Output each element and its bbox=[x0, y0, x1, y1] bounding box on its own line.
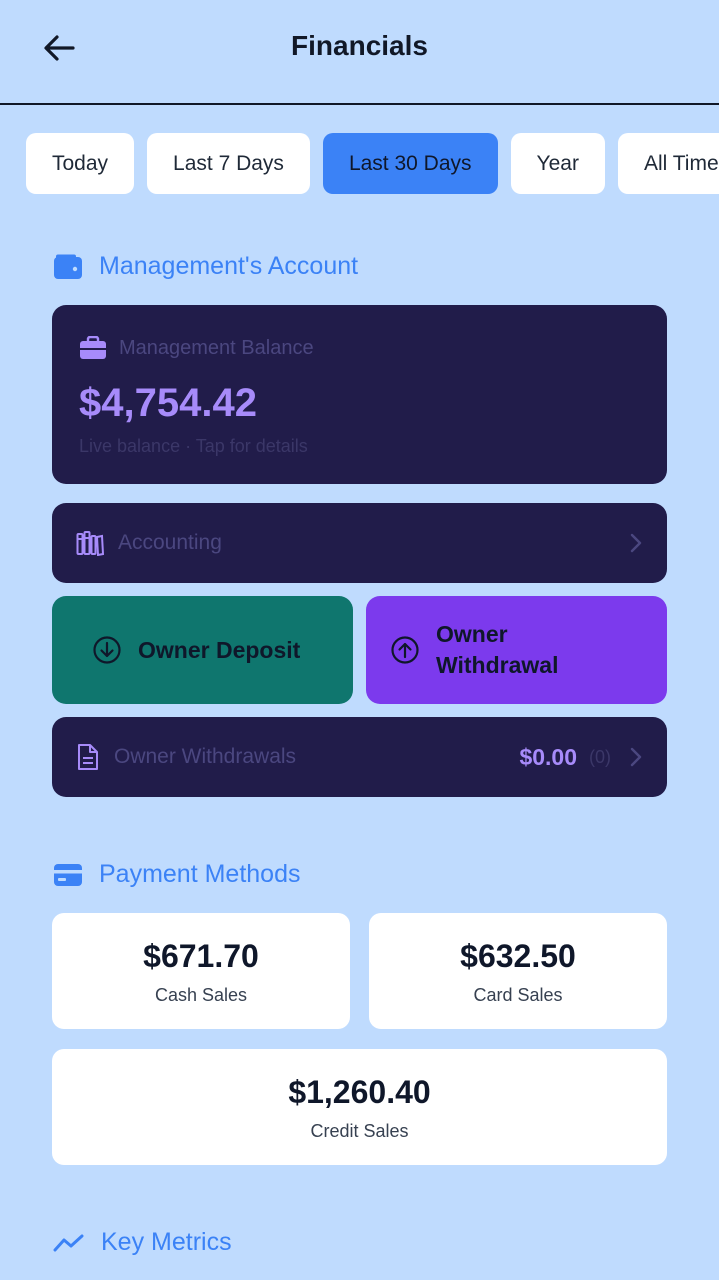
chevron-right-icon bbox=[630, 747, 642, 767]
cash-sales-amount: $671.70 bbox=[143, 938, 259, 974]
arrow-up-circle-icon bbox=[391, 636, 419, 664]
credit-sales-label: Credit Sales bbox=[310, 1121, 409, 1141]
owner-deposit-label: Owner Deposit bbox=[138, 636, 301, 663]
owner-withdrawals-count: (0) bbox=[589, 746, 611, 767]
payment-methods-title: Payment Methods bbox=[99, 860, 301, 888]
wallet-icon bbox=[54, 254, 82, 279]
period-tabs: Today Last 7 Days Last 30 Days Year All … bbox=[26, 133, 719, 195]
credit-sales-card[interactable]: $1,260.40 Credit Sales bbox=[52, 1049, 667, 1165]
tab-year[interactable]: Year bbox=[510, 133, 605, 194]
owner-deposit-button[interactable]: Owner Deposit bbox=[52, 596, 353, 704]
card-sales-label: Card Sales bbox=[473, 985, 563, 1005]
tab-today[interactable]: Today bbox=[26, 133, 135, 194]
key-metrics-section-header: Key Metrics bbox=[53, 1228, 232, 1257]
cash-sales-label: Cash Sales bbox=[154, 985, 248, 1005]
balance-label: Management Balance bbox=[119, 336, 314, 359]
books-icon bbox=[76, 531, 104, 556]
owner-withdrawals-row[interactable]: Owner Withdrawals $0.00 (0) bbox=[52, 717, 667, 797]
tab-last-30-days[interactable]: Last 30 Days bbox=[322, 133, 498, 194]
card-sales-amount: $632.50 bbox=[460, 938, 576, 974]
cash-sales-card[interactable]: $671.70 Cash Sales bbox=[52, 913, 350, 1029]
management-section-header: Management's Account bbox=[53, 252, 358, 281]
accounting-row[interactable]: Accounting bbox=[52, 503, 667, 583]
owner-withdrawal-label: Owner Withdrawal bbox=[436, 621, 559, 678]
owner-withdrawal-button[interactable]: Owner Withdrawal bbox=[366, 596, 667, 704]
balance-subtext: Live balance · Tap for details bbox=[79, 436, 308, 456]
document-icon bbox=[78, 744, 98, 770]
page-title: Financials bbox=[291, 30, 428, 61]
app-header: Financials bbox=[0, 0, 719, 105]
credit-card-icon bbox=[54, 863, 82, 886]
accounting-label: Accounting bbox=[118, 531, 222, 554]
balance-amount: $4,754.42 bbox=[79, 381, 257, 425]
credit-sales-amount: $1,260.40 bbox=[288, 1074, 431, 1110]
balance-label-row: Management Balance bbox=[79, 336, 314, 360]
card-sales-card[interactable]: $632.50 Card Sales bbox=[369, 913, 667, 1029]
arrow-down-circle-icon bbox=[93, 636, 121, 664]
payment-methods-section-header: Payment Methods bbox=[53, 860, 301, 889]
chevron-right-icon bbox=[630, 533, 642, 553]
management-balance-card[interactable]: Management Balance $4,754.42 Live balanc… bbox=[52, 305, 667, 484]
trend-line-icon bbox=[53, 1234, 84, 1251]
key-metrics-title: Key Metrics bbox=[101, 1228, 232, 1256]
tab-all-time[interactable]: All Time bbox=[617, 133, 719, 194]
tab-last-7-days[interactable]: Last 7 Days bbox=[147, 133, 310, 194]
management-section-title: Management's Account bbox=[99, 252, 359, 280]
owner-withdrawals-amount: $0.00 bbox=[519, 743, 577, 770]
owner-withdrawals-label: Owner Withdrawals bbox=[114, 745, 297, 768]
briefcase-icon bbox=[80, 336, 106, 359]
